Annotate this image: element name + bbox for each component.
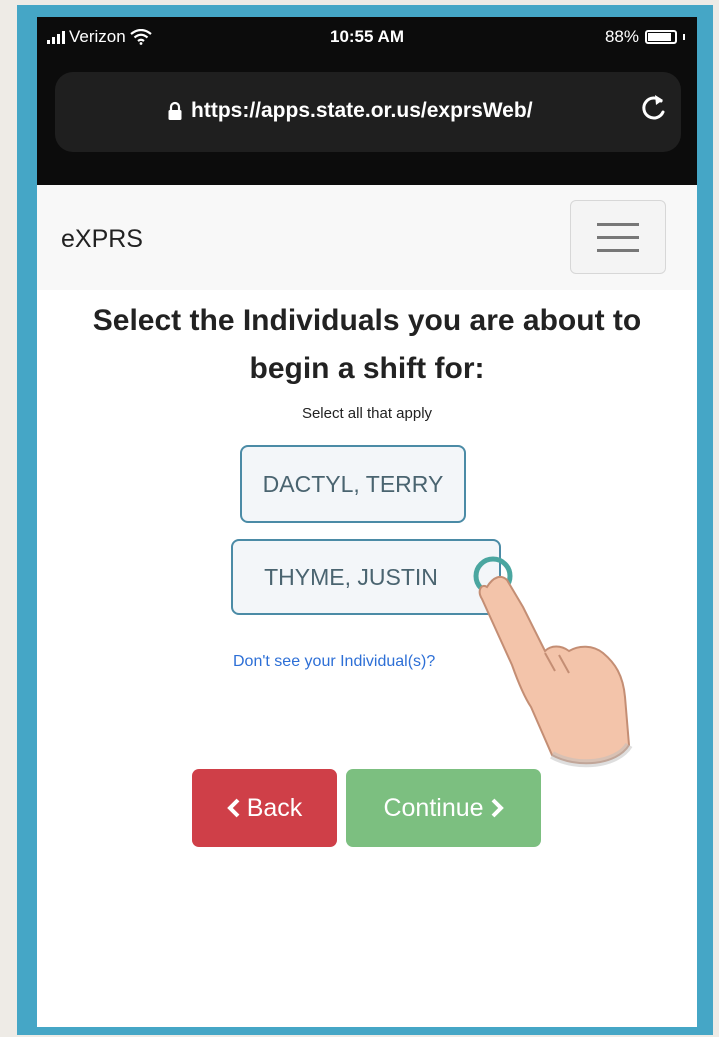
clock: 10:55 AM [329,27,404,46]
url-text: https://apps.state.or.us/exprsWeb/ [191,99,533,122]
lock-icon [168,101,182,120]
phone-screen: Verizon 10:55 AM 88% https://apps.state.… [37,17,697,1027]
page-title: Select the Individuals you are about to … [37,297,697,393]
title-line-1: Select the Individuals you are about to [92,304,642,337]
battery: 88% [605,27,685,47]
battery-icon [645,30,677,44]
individual-name: DACTYL, TERRY [262,471,444,497]
missing-individual-link[interactable]: Don't see your Individual(s)? [233,653,435,671]
site-navbar: eXPRS [37,185,697,290]
back-label: Back [246,793,303,822]
individual-name: THYME, JUSTIN [264,564,438,590]
subtitle: Select all that apply [301,405,433,422]
browser-chrome: Verizon 10:55 AM 88% https://apps.state.… [37,17,697,185]
chevron-left-icon [226,798,240,818]
site-brand[interactable]: eXPRS [61,225,143,254]
address-bar[interactable]: https://apps.state.or.us/exprsWeb/ [55,72,681,152]
battery-percent: 88% [604,27,639,46]
back-button[interactable]: Back [192,769,337,847]
title-line-2: begin a shift for: [249,352,485,385]
continue-button[interactable]: Continue [346,769,541,847]
hamburger-menu-icon[interactable] [570,200,666,274]
tap-hand-icon [473,556,633,768]
chevron-right-icon [491,798,504,818]
continue-label: Continue [383,793,484,822]
individual-button-dactyl-terry[interactable]: DACTYL, TERRY [240,445,466,523]
status-bar: Verizon 10:55 AM 88% [37,23,697,53]
reload-icon[interactable] [639,92,669,124]
